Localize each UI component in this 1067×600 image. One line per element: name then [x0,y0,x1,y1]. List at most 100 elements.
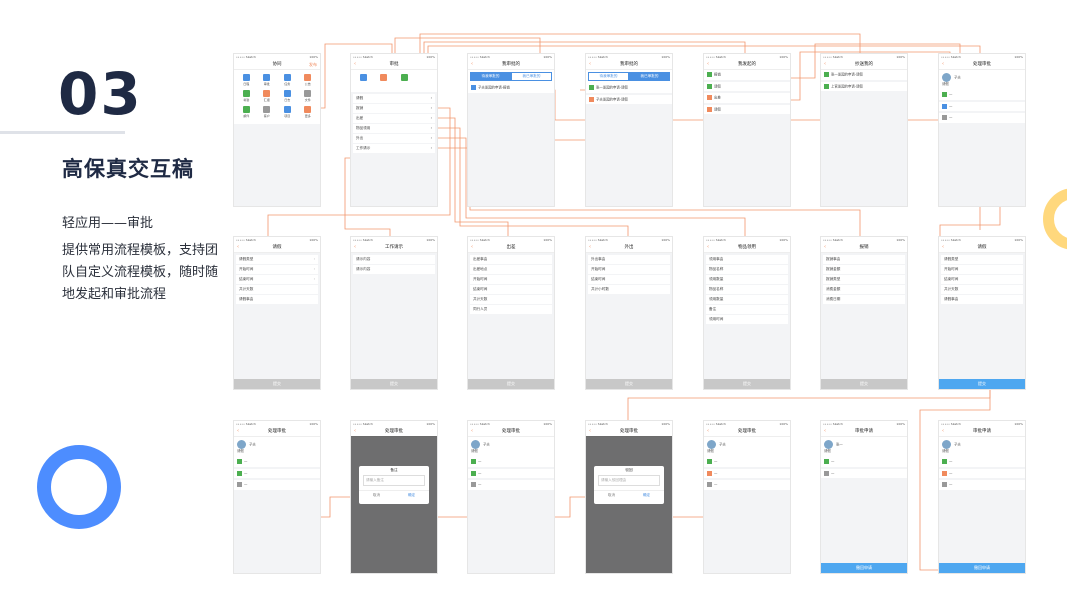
form-field[interactable]: 出差地点 [470,265,552,274]
form-field[interactable]: 请假类型 › [236,255,318,264]
form-field[interactable]: 备注 [706,305,788,314]
reject-input[interactable]: 请输入驳回理由 [598,475,660,486]
menu-item[interactable]: 物品领用 › [353,124,435,133]
cancel-button[interactable]: 取消 [594,491,629,500]
form-field[interactable]: 结束时间 › [236,275,318,284]
form-field[interactable]: 共计天数 [236,285,318,294]
form-field[interactable]: 结束时间 [941,275,1023,284]
form-field[interactable]: 请假类型 [941,255,1023,264]
ok-button[interactable]: 确定 [629,491,664,500]
form-field[interactable]: 开始时间 [470,275,552,284]
form-field[interactable]: 消费金额 [823,285,905,294]
form-field[interactable]: 开始时间 › [236,265,318,274]
app-item[interactable]: 日程 [236,73,257,89]
modal-overlay[interactable] [586,436,672,573]
form-field[interactable]: 领用事由 [706,255,788,264]
form-field[interactable]: 开始时间 [941,265,1023,274]
phone-my-approval: ••••• Sketch 100% ‹ 我审批的 待我审批的 我已审批的 子夫发起的申… [467,53,555,207]
form-field[interactable]: 领用时间 [706,315,788,324]
cancel-button[interactable]: 取消 [359,491,394,500]
app-item[interactable]: 日志 [277,89,298,105]
submit-button[interactable]: 提交 [939,379,1025,389]
form-field[interactable]: 领用数量 [706,275,788,284]
tab-done[interactable]: 我已审批的 [629,72,670,81]
shortcut[interactable] [374,73,395,89]
avatar [707,440,716,449]
list-item[interactable]: 请假 [704,81,790,91]
menu-item[interactable]: 出差 › [353,114,435,123]
app-item[interactable]: 项目 [277,105,298,121]
form-field[interactable]: 领用数量 [706,295,788,304]
list-item[interactable]: 张一发起的申请-请假 [821,70,907,80]
submit-button[interactable]: 提交 [234,379,320,389]
list-item[interactable]: 报销 [704,70,790,80]
form-field[interactable]: 请示内容 [353,255,435,264]
phone-approval-menu: ••••• Sketch 100% ‹ 审批 请假 › 报销 › 出差 › 物品领用 › 外… [350,53,438,207]
menu-item[interactable]: 工作请示 › [353,144,435,153]
form-field[interactable]: 结束时间 [588,275,670,284]
form-field[interactable]: 共计小时数 [588,285,670,294]
submit-button[interactable]: 提交 [704,379,790,389]
withdraw-button[interactable]: 撤回申请 [939,563,1025,573]
form-field[interactable]: 物品名称 [706,285,788,294]
modal-overlay[interactable] [351,436,437,573]
phone-handle2: ••••• Sketch 100% ‹ 处理审批 子夫 请假 — — — [467,420,555,574]
shortcut[interactable] [394,73,415,89]
app-item[interactable]: 公告 [298,73,319,89]
form-field[interactable]: 请假事由 [941,295,1023,304]
tab-done[interactable]: 我已审批的 [511,72,552,81]
phone-handle-reject: ••••• Sketch 100% ‹ 处理审批 驳回 请输入驳回理由 取消 确定 [585,420,673,574]
form-field[interactable]: 共计天数 [941,285,1023,294]
app-item[interactable]: 任务 [277,73,298,89]
app-item[interactable]: 客户 [257,105,278,121]
submit-button[interactable]: 提交 [821,379,907,389]
form-field[interactable]: 报销事由 [823,255,905,264]
form-field[interactable]: 请假事由 [236,295,318,304]
submit-button[interactable]: 提交 [468,379,554,389]
form-field[interactable]: 出差事由 [470,255,552,264]
menu-item[interactable]: 外出 › [353,134,435,143]
section-title: 高保真交互稿 [62,157,194,181]
list-item[interactable]: 张一发起的申请-请假 [586,83,672,93]
form-field[interactable]: 结束时间 [470,285,552,294]
form-field[interactable]: 请示内容 [353,265,435,274]
avatar [942,73,951,82]
menu-item[interactable]: 报销 › [353,104,435,113]
publish-button[interactable]: 发布 [309,60,317,69]
app-item[interactable]: 汇报 [257,89,278,105]
form-field[interactable]: 开始时间 [588,265,670,274]
app-item[interactable]: 更多 [298,105,319,121]
section-description: 提供常用流程模板，支持团队自定义流程模板，随时随地发起和审批流程 [62,243,219,302]
ok-button[interactable]: 确定 [394,491,429,500]
submit-button[interactable]: 提交 [586,379,672,389]
tab-pending[interactable]: 待我审批的 [588,72,629,81]
list-item[interactable]: 出差 [704,93,790,103]
remark-dialog: 备注 请输入备注 取消 确定 [359,466,429,504]
list-item[interactable]: 上官发起的申请-请假 [821,81,907,91]
remark-input[interactable]: 请输入备注 [363,475,425,486]
shortcut[interactable] [353,73,374,89]
phone-my-approval-done: ••••• Sketch 100% ‹ 我审批的 待我审批的 我已审批的 张一发起的申… [585,53,673,207]
app-item[interactable]: 邮件 [236,105,257,121]
approval-shortcuts [351,70,437,92]
list-item[interactable]: 子夫发起的申请-报销 [468,83,554,93]
list-item[interactable]: 子夫发起的申请-请假 [586,94,672,104]
withdraw-button[interactable]: 撤回申请 [821,563,907,573]
back-icon[interactable]: ‹ [354,60,356,69]
list-item[interactable]: 请假 [704,104,790,114]
app-item[interactable]: 审批 [257,73,278,89]
form-field[interactable]: 共计天数 [470,295,552,304]
form-field[interactable]: 外出事由 [588,255,670,264]
form-field[interactable]: 同行人员 [470,305,552,314]
app-item[interactable]: 文件 [298,89,319,105]
menu-item[interactable]: 请假 › [353,94,435,103]
form-field[interactable]: 报销类型 [823,275,905,284]
app-item[interactable]: 考勤 [236,89,257,105]
form-field[interactable]: 报销金额 [823,265,905,274]
tab-pending[interactable]: 待我审批的 [470,72,511,81]
phone-expense: ••••• Sketch 100% ‹ 报销 报销事由 报销金额 报销类型 消费金额… [820,236,908,390]
form-field[interactable]: 物品名称 [706,265,788,274]
form-field[interactable]: 消费日期 [823,295,905,304]
submit-button[interactable]: 提交 [351,379,437,389]
phone-leave-filled: ••••• Sketch 100% ‹ 请假 请假类型 开始时间 结束时间 共计天数… [938,236,1026,390]
